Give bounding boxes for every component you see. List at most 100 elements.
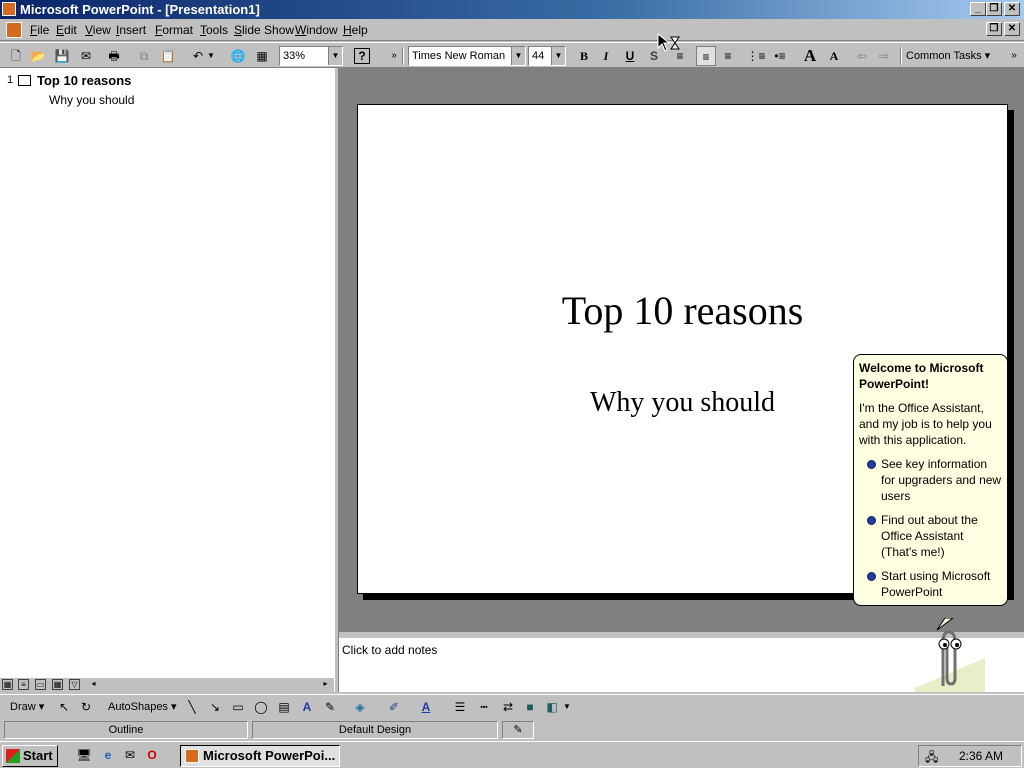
menu-insert[interactable]: Insert (116, 23, 146, 37)
wordart-icon[interactable]: A (297, 697, 317, 717)
close-button[interactable]: ✕ (1004, 2, 1020, 16)
text-box-icon[interactable]: ▤ (274, 697, 294, 717)
free-rotate-icon[interactable]: ↻ (76, 697, 96, 717)
insert-table-icon[interactable]: ▦ (252, 46, 272, 66)
slide-view-icon[interactable]: ▭ (35, 679, 46, 690)
network-icon[interactable]: 🖧 (925, 747, 938, 767)
italic-button[interactable]: I (596, 46, 616, 66)
increase-font-icon[interactable]: A (800, 46, 820, 66)
chevron-down-icon[interactable]: ▼ (328, 47, 342, 65)
paste-icon[interactable]: 📋 (158, 46, 178, 66)
align-right-icon[interactable]: ≡ (718, 46, 738, 66)
drawing-toolbar: Draw ▾ ↖ ↻ AutoShapes ▾ ╲ ↘ ▭ ◯ ▤ A ✎ ◈ … (0, 694, 1024, 718)
draw-menu-button[interactable]: Draw ▾ (10, 700, 44, 713)
outline-slide-subtitle[interactable]: Why you should (49, 93, 134, 107)
menu-edit[interactable]: Edit (56, 23, 77, 37)
help-icon[interactable]: ? (354, 48, 370, 64)
outline-view-icon[interactable]: ≡ (18, 679, 29, 690)
line-style-icon[interactable]: ☰ (450, 697, 470, 717)
opera-icon[interactable]: O (142, 745, 162, 765)
assistant-option[interactable]: See key information for upgraders and ne… (859, 456, 1002, 504)
zoom-select[interactable]: 33% ▼ (279, 46, 343, 66)
font-name-value: Times New Roman (412, 50, 506, 62)
undo-dropdown-icon[interactable]: ▼ (206, 46, 216, 66)
slide-icon[interactable] (18, 75, 31, 86)
open-icon[interactable]: 📂 (28, 46, 48, 66)
restore-button[interactable]: ❐ (986, 2, 1002, 16)
arrow-style-icon[interactable]: ⇄ (498, 697, 518, 717)
bullets-icon[interactable]: •≡ (770, 46, 790, 66)
outline-slide-title[interactable]: Top 10 reasons (37, 73, 131, 88)
bold-button[interactable]: B (574, 46, 594, 66)
save-icon[interactable]: 💾 (52, 46, 72, 66)
underline-button[interactable]: U (620, 46, 640, 66)
menu-window[interactable]: Window (295, 23, 338, 37)
office-assistant-clippy-icon[interactable] (915, 618, 985, 692)
chevron-down-icon[interactable]: ▼ (551, 47, 565, 65)
new-icon[interactable]: 🗋 (6, 46, 26, 66)
align-center-icon[interactable]: ≡ (696, 46, 716, 66)
print-icon[interactable]: 🖶 (104, 46, 124, 66)
rectangle-icon[interactable]: ▭ (228, 697, 248, 717)
assistant-option-label[interactable]: See key information for upgraders and ne… (881, 457, 1001, 503)
notes-placeholder[interactable]: Click to add notes (342, 643, 437, 657)
doc-restore-button[interactable]: ❐ (986, 22, 1002, 36)
slide-title[interactable]: Top 10 reasons (358, 287, 1007, 334)
shadow-style-icon[interactable]: ■ (520, 697, 540, 717)
slide-sorter-icon[interactable]: ▦ (52, 679, 63, 690)
select-objects-icon[interactable]: ↖ (54, 697, 74, 717)
undo-icon[interactable]: ↶ (188, 46, 208, 66)
line-icon[interactable]: ╲ (182, 697, 202, 717)
assistant-option-label[interactable]: Start using Microsoft PowerPoint (881, 569, 990, 599)
assistant-option[interactable]: Find out about the Office Assistant (Tha… (859, 512, 1002, 560)
chevron-down-icon[interactable]: ▼ (511, 47, 525, 65)
powerpoint-app-icon[interactable] (2, 2, 16, 16)
font-color-icon[interactable]: A (416, 697, 436, 717)
minimize-button[interactable]: _ (970, 2, 986, 16)
decrease-font-icon[interactable]: A (824, 46, 844, 66)
menu-help[interactable]: Help (343, 23, 368, 37)
document-icon[interactable] (6, 22, 22, 38)
more-buttons-icon[interactable]: » (384, 46, 404, 66)
assistant-option-label[interactable]: Find out about the Office Assistant (Tha… (881, 513, 978, 559)
show-desktop-icon[interactable]: 🖥 (74, 745, 94, 765)
common-tasks-button[interactable]: Common Tasks ▾ (906, 49, 990, 62)
spelling-status-icon[interactable]: ✎ (502, 721, 534, 739)
3d-style-icon[interactable]: ◧ (542, 697, 562, 717)
menu-view[interactable]: View (85, 23, 111, 37)
font-name-select[interactable]: Times New Roman ▼ (408, 46, 526, 66)
arrow-icon[interactable]: ↘ (205, 697, 225, 717)
dash-style-icon[interactable]: ┅ (474, 697, 494, 717)
doc-close-button[interactable]: ✕ (1004, 22, 1020, 36)
line-color-icon[interactable]: ✐ (384, 697, 404, 717)
outlook-express-icon[interactable]: ✉ (120, 745, 140, 765)
taskbar-button-powerpoint[interactable]: Microsoft PowerPoi... (180, 745, 340, 767)
menu-file[interactable]: File (30, 23, 49, 37)
assistant-option[interactable]: Start using Microsoft PowerPoint (859, 568, 1002, 600)
autoshapes-menu-button[interactable]: AutoShapes ▾ (108, 700, 177, 713)
menu-format[interactable]: Format (155, 23, 193, 37)
chevron-down-icon[interactable]: ▼ (562, 697, 572, 717)
normal-view-icon[interactable]: ▦ (2, 679, 13, 690)
menu-slide-show[interactable]: Slide Show (234, 23, 294, 37)
scroll-left-icon[interactable]: ◂ (88, 679, 99, 690)
clock[interactable]: 2:36 AM (959, 749, 1003, 763)
numbering-icon[interactable]: ⋮≡ (746, 46, 766, 66)
internet-explorer-icon[interactable]: e (98, 745, 118, 765)
more-buttons-icon[interactable]: » (1004, 46, 1024, 66)
slide-show-icon[interactable]: ▽ (69, 679, 80, 690)
clip-art-icon[interactable]: ✎ (320, 697, 340, 717)
web-icon[interactable]: 🌐 (228, 46, 248, 66)
email-icon[interactable]: ✉ (76, 46, 96, 66)
font-size-select[interactable]: 44 ▼ (528, 46, 566, 66)
promote-icon[interactable]: ⇦ (852, 46, 872, 66)
fill-color-icon[interactable]: ◈ (350, 697, 370, 717)
demote-icon[interactable]: ⇨ (874, 46, 894, 66)
oval-icon[interactable]: ◯ (251, 697, 271, 717)
outline-pane[interactable]: 1 Top 10 reasons Why you should (0, 68, 334, 678)
start-button[interactable]: Start (2, 745, 58, 767)
menu-bar: File Edit View Insert Format Tools Slide… (0, 19, 1024, 41)
copy-icon[interactable]: ⧉ (134, 46, 154, 66)
scroll-right-icon[interactable]: ▸ (320, 679, 331, 690)
menu-tools[interactable]: Tools (200, 23, 228, 37)
